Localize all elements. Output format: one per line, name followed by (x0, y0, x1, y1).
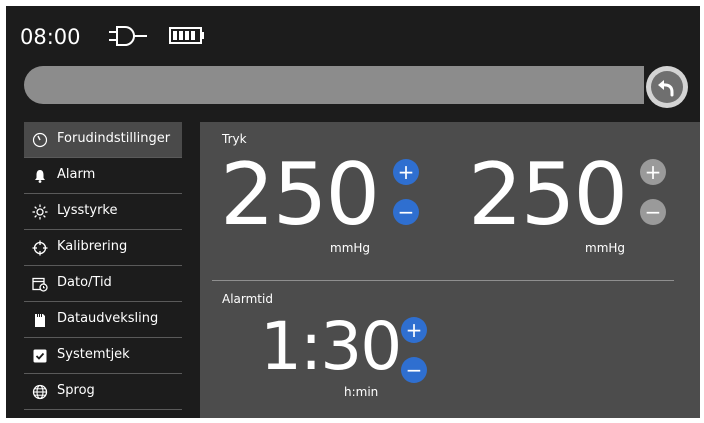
sidebar-item-calibration[interactable]: Kalibrering (24, 230, 182, 266)
sidebar-item-label: Dataudveksling (57, 311, 159, 326)
sidebar-item-label: Alarm (57, 167, 96, 182)
calendar-clock-icon (32, 276, 48, 292)
alarm-time-increment-button[interactable]: + (401, 317, 427, 343)
header-bar (24, 66, 644, 104)
pressure-left-value: 250 (220, 145, 380, 245)
section-divider (212, 280, 674, 281)
sidebar-item-data-exchange[interactable]: Dataudveksling (24, 302, 182, 338)
alarm-time-label: Alarmtid (222, 292, 273, 306)
sidebar-item-brightness[interactable]: Lysstyrke (24, 194, 182, 230)
back-arrow-icon (658, 80, 674, 97)
crosshair-icon (32, 240, 48, 256)
bell-icon (32, 168, 48, 184)
sidebar-item-label: Lysstyrke (57, 203, 118, 218)
sidebar-item-language[interactable]: Sprog (24, 374, 182, 410)
pressure-left-decrement-button[interactable]: − (393, 199, 419, 225)
sidebar-item-alarm[interactable]: Alarm (24, 158, 182, 194)
sidebar-item-label: Dato/Tid (57, 275, 112, 290)
gauge-icon (32, 132, 48, 148)
pressure-right-unit: mmHg (585, 241, 626, 255)
pressure-label: Tryk (222, 132, 247, 146)
device-screen: 08:00 Forudindstillinger Alarm Lysstyrke… (6, 6, 700, 418)
checkbox-icon (32, 348, 48, 364)
sidebar-item-label: Kalibrering (57, 239, 128, 254)
back-button[interactable] (646, 66, 688, 108)
globe-icon (32, 384, 48, 400)
sidebar-item-system-check[interactable]: Systemtjek (24, 338, 182, 374)
sidebar-item-label: Forudindstillinger (57, 131, 171, 146)
pressure-right-decrement-button[interactable]: − (640, 199, 666, 225)
alarm-time-decrement-button[interactable]: − (401, 357, 427, 383)
sidebar-item-label: Systemtjek (57, 347, 130, 362)
pressure-left-increment-button[interactable]: + (393, 159, 419, 185)
battery-full-icon (169, 27, 204, 44)
sidebar-item-presets[interactable]: Forudindstillinger (24, 122, 182, 158)
alarm-time-value: 1:30 (260, 308, 402, 385)
settings-sidebar: Forudindstillinger Alarm Lysstyrke Kalib… (24, 122, 182, 410)
status-clock: 08:00 (20, 25, 81, 49)
pressure-right-value: 250 (468, 145, 628, 245)
sd-card-icon (32, 312, 48, 328)
pressure-left-unit: mmHg (330, 241, 371, 255)
sun-icon (32, 204, 48, 220)
sidebar-item-date-time[interactable]: Dato/Tid (24, 266, 182, 302)
pressure-right-increment-button[interactable]: + (640, 159, 666, 185)
presets-panel: Tryk 250 + − mmHg 250 + − mmHg Alarmtid … (200, 122, 700, 418)
power-plug-icon (109, 26, 147, 46)
sidebar-item-label: Sprog (57, 383, 95, 398)
alarm-time-unit: h:min (344, 385, 379, 399)
